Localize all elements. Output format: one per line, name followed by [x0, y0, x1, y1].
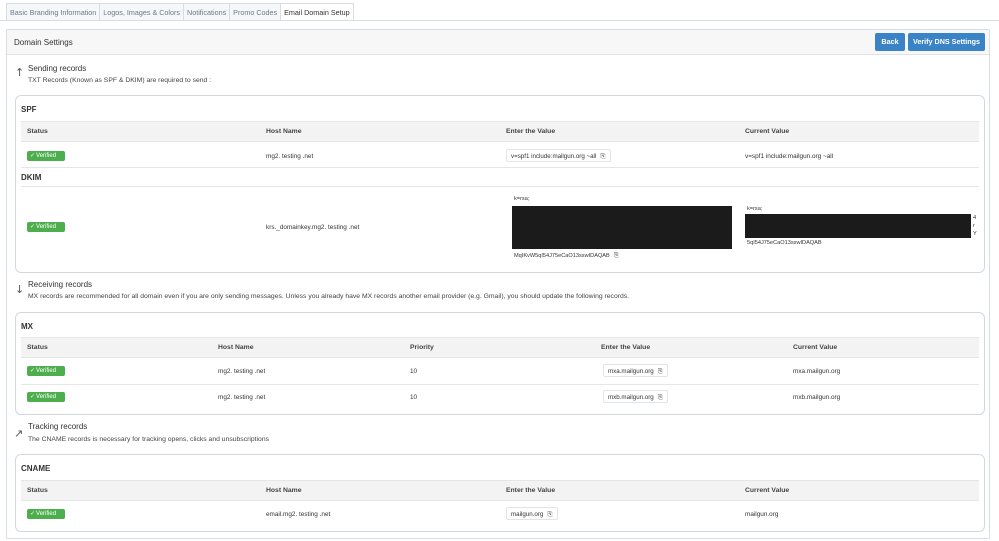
col-status: Status: [27, 128, 48, 135]
mx-records-box: MX Status Host Name Priority Enter the V…: [15, 312, 985, 415]
redacted-block: [745, 214, 971, 238]
mx-host: mg2. testing .net: [218, 368, 266, 375]
check-icon: ✓: [30, 152, 36, 159]
col-host-name: Host Name: [266, 487, 302, 494]
sending-records-title: Sending records: [28, 64, 87, 73]
dkim-label: DKIM: [21, 173, 42, 182]
arrow-up-icon: ↑: [15, 66, 25, 79]
row-divider: [21, 167, 979, 168]
cname-records-box: CNAME Status Host Name Enter the Value C…: [15, 454, 985, 532]
spf-label: SPF: [21, 105, 37, 114]
cname-host: email.mg2. testing .net: [266, 511, 331, 518]
dkim-current-edge-1: 4: [973, 215, 977, 221]
copy-icon[interactable]: ⎘: [658, 367, 663, 375]
tab-notifications[interactable]: Notifications: [183, 3, 230, 21]
mx-host: mg2. testing .net: [218, 394, 266, 401]
col-enter-value: Enter the Value: [601, 344, 651, 351]
mx-priority: 10: [410, 368, 418, 375]
domain-settings-panel: Domain Settings Back Verify DNS Settings…: [6, 29, 990, 539]
status-badge: ✓Verified: [27, 151, 65, 161]
mx-value-chip[interactable]: mxa.mailgun.org ⎘: [603, 364, 669, 377]
col-status: Status: [27, 487, 48, 494]
status-badge: ✓Verified: [27, 509, 65, 519]
col-current-value: Current Value: [745, 487, 790, 494]
copy-icon[interactable]: ⎘: [658, 393, 663, 401]
receiving-records-title: Receiving records: [28, 280, 93, 289]
col-enter-value: Enter the Value: [506, 487, 556, 494]
row-divider: [21, 384, 979, 385]
mx-value-chip[interactable]: mxb.mailgun.org ⎘: [603, 390, 669, 403]
page-title: Domain Settings: [14, 38, 73, 47]
mx-current: mxa.mailgun.org: [793, 368, 841, 375]
dkim-current-end: 5qI54J75eCaO13sswIDAQAB: [747, 240, 822, 246]
copy-icon[interactable]: ⎘: [600, 152, 605, 160]
col-current-value: Current Value: [745, 128, 790, 135]
copy-icon[interactable]: ⎘: [547, 510, 552, 518]
cname-table-header: Status Host Name Enter the Value Current…: [21, 480, 979, 501]
status-badge: ✓Verified: [27, 366, 65, 376]
spf-value-chip[interactable]: v=spf1 include:mailgun.org ~all ⎘: [506, 149, 611, 162]
dkim-value-end: MqIKvW5qI54J75eCaO13sswIDAQAB ⎘: [514, 251, 620, 259]
col-current-value: Current Value: [793, 344, 838, 351]
tab-divider: [0, 20, 999, 21]
check-icon: ✓: [30, 393, 36, 400]
sending-records-desc: TXT Records (Known as SPF & DKIM) are re…: [28, 77, 212, 84]
back-button[interactable]: Back: [875, 33, 905, 51]
tracking-records-title: Tracking records: [28, 422, 88, 431]
cname-current: mailgun.org: [745, 511, 779, 518]
tab-logos-images-colors[interactable]: Logos, Images & Colors: [99, 3, 184, 21]
tracking-records-desc: The CNAME records is necessary for track…: [28, 436, 270, 443]
row-divider: [21, 186, 979, 187]
tracking-icon: ↗: [14, 427, 24, 440]
dkim-current-edge-3: Y: [973, 231, 977, 237]
spf-host: mg2. testing .net: [266, 153, 314, 160]
tab-bar: Basic Branding Information Logos, Images…: [6, 3, 354, 21]
dkim-value-start: k=rsa;: [514, 196, 530, 202]
mx-table-header: Status Host Name Priority Enter the Valu…: [21, 337, 979, 358]
tab-email-domain-setup[interactable]: Email Domain Setup: [280, 3, 354, 21]
status-badge: ✓Verified: [27, 392, 65, 402]
mx-label: MX: [21, 322, 33, 331]
col-host-name: Host Name: [266, 128, 302, 135]
receiving-records-desc: MX records are recommended for all domai…: [28, 293, 630, 300]
check-icon: ✓: [30, 223, 36, 230]
copy-icon[interactable]: ⎘: [614, 251, 619, 259]
col-host-name: Host Name: [218, 344, 254, 351]
cname-label: CNAME: [21, 464, 51, 473]
status-badge: ✓Verified: [27, 222, 65, 232]
col-priority: Priority: [410, 344, 434, 351]
mx-priority: 10: [410, 394, 418, 401]
check-icon: ✓: [30, 367, 36, 374]
arrow-down-icon: ↓: [15, 283, 25, 296]
col-enter-value: Enter the Value: [506, 128, 556, 135]
tab-basic-branding[interactable]: Basic Branding Information: [6, 3, 100, 21]
redacted-block: [512, 206, 732, 249]
tab-promo-codes[interactable]: Promo Codes: [229, 3, 281, 21]
mx-current: mxb.mailgun.org: [793, 394, 841, 401]
cname-value-chip[interactable]: mailgun.org ⎘: [506, 507, 558, 520]
dkim-current-edge-2: r: [973, 223, 975, 229]
panel-header: Domain Settings Back Verify DNS Settings: [7, 30, 989, 55]
sending-records-box: SPF Status Host Name Enter the Value Cur…: [15, 95, 985, 273]
dkim-host: krs._domainkey.mg2. testing .net: [266, 224, 360, 231]
dkim-current-start: k=rsa;: [747, 206, 763, 212]
col-status: Status: [27, 344, 48, 351]
check-icon: ✓: [30, 510, 36, 517]
spf-table-header: Status Host Name Enter the Value Current…: [21, 121, 979, 142]
spf-current: v=spf1 include:mailgun.org ~all: [745, 153, 834, 160]
verify-dns-button[interactable]: Verify DNS Settings: [908, 33, 985, 51]
